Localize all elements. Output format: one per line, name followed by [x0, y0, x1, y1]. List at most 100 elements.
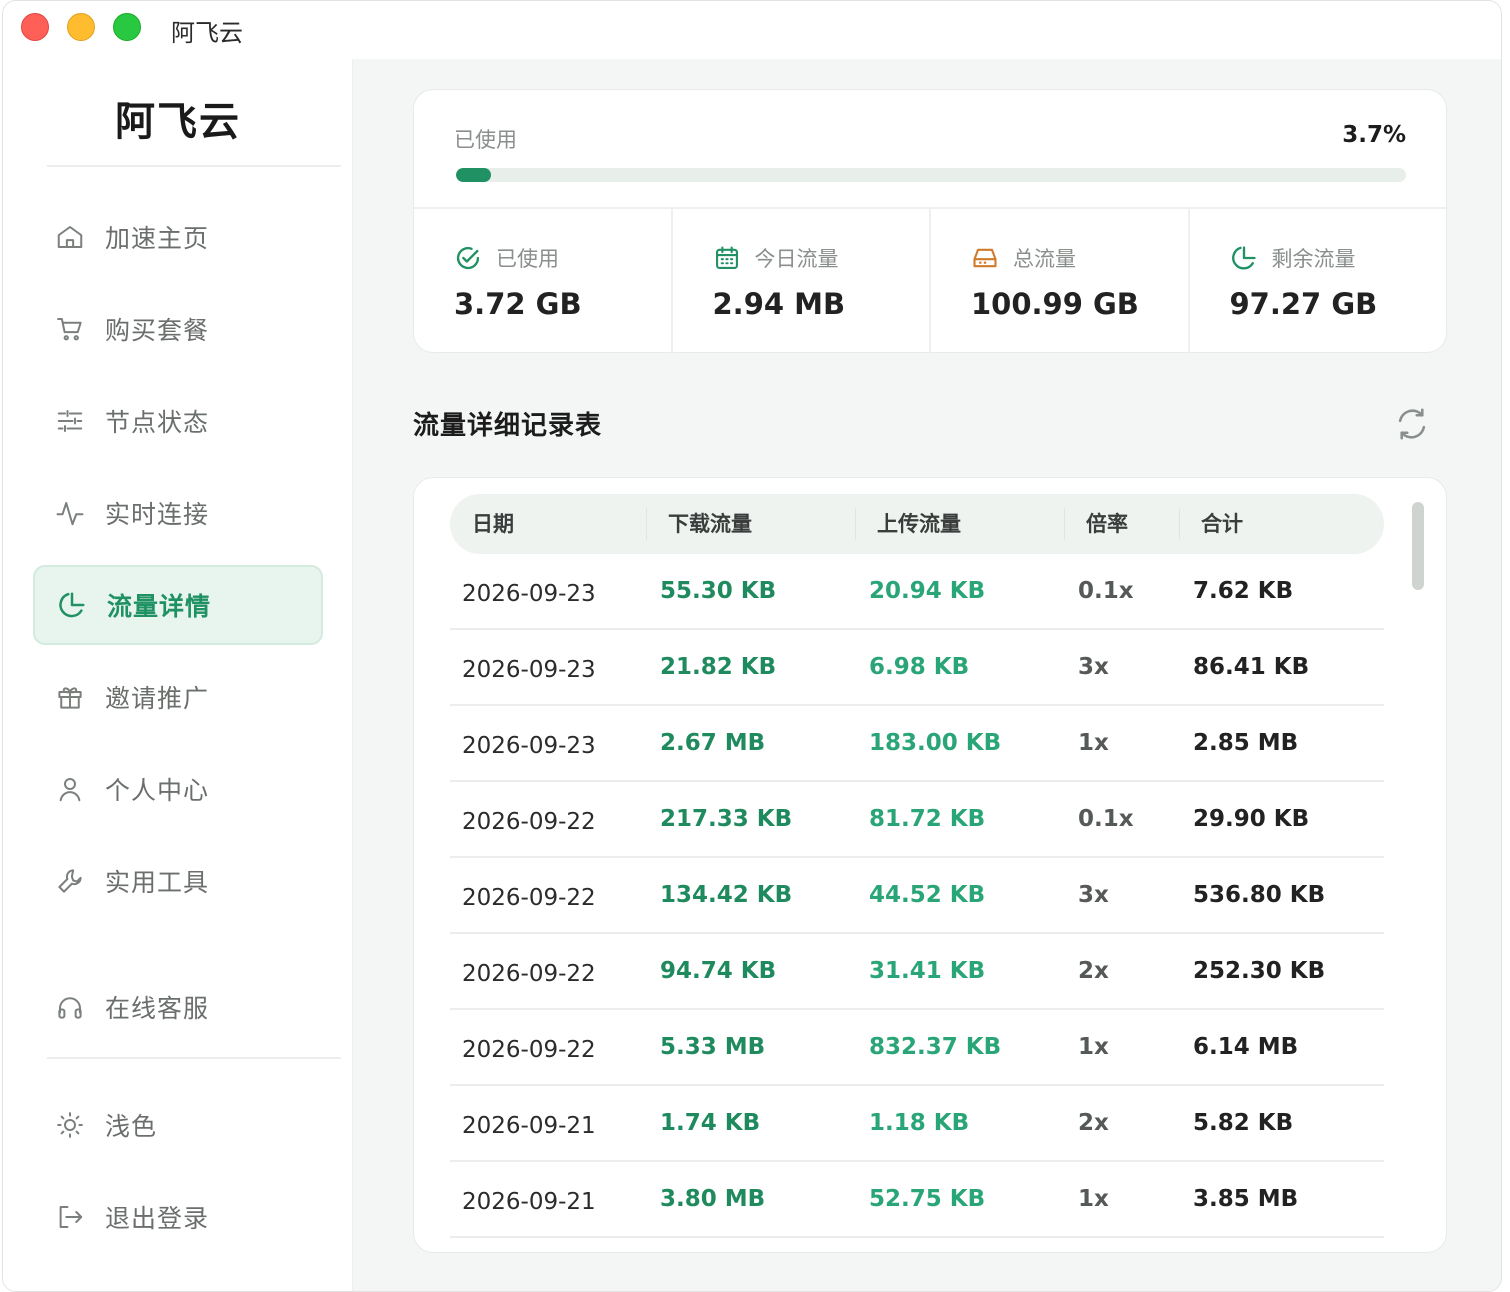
maximize-window-button[interactable] — [113, 13, 141, 41]
cell-download: 3.80 MB — [660, 1186, 766, 1212]
cell-download: 5.33 MB — [660, 1034, 766, 1060]
table-body: 2026-09-23 55.30 KB 20.94 KB 0.1x 7.62 KB 202… — [450, 554, 1384, 1238]
cell-upload: 81.72 KB — [869, 806, 986, 832]
brand-logo-text: 阿飞云 — [115, 99, 241, 145]
column-divider — [1179, 508, 1180, 540]
sidebar-item-referral[interactable]: 邀请推广 — [33, 657, 323, 737]
column-header-total: 合计 — [1201, 512, 1243, 536]
table-row: 2026-09-22 134.42 KB 44.52 KB 3x 536.80 KB — [450, 858, 1384, 934]
table-row: 2026-09-23 55.30 KB 20.94 KB 0.1x 7.62 KB — [450, 554, 1384, 630]
stat-label: 今日流量 — [754, 247, 839, 271]
sidebar-item-support[interactable]: 在线客服 — [33, 967, 323, 1047]
cell-upload: 20.94 KB — [869, 578, 986, 604]
table-row: 2026-09-23 2.67 MB 183.00 KB 1x 2.85 MB — [450, 706, 1384, 782]
cell-rate: 1x — [1078, 730, 1109, 756]
stat-value: 2.94 MB — [712, 287, 846, 321]
cell-total: 536.80 KB — [1193, 882, 1326, 908]
column-divider — [646, 508, 647, 540]
cell-total: 5.82 KB — [1193, 1110, 1294, 1136]
sun-icon — [53, 1108, 87, 1142]
cart-icon — [53, 312, 87, 346]
sidebar-item-theme-toggle[interactable]: 浅色 — [33, 1085, 323, 1165]
table-row: 2026-09-22 217.33 KB 81.72 KB 0.1x 29.90 KB — [450, 782, 1384, 858]
cell-total: 29.90 KB — [1193, 806, 1310, 832]
records-title: 流量详细记录表 — [413, 411, 603, 441]
sidebar-item-tools[interactable]: 实用工具 — [33, 841, 323, 921]
headphones-icon — [53, 990, 87, 1024]
table-header: 日期 下载流量 上传流量 倍率 合计 — [450, 494, 1384, 554]
cell-date: 2026-09-21 — [462, 1189, 596, 1215]
stat-label: 已使用 — [496, 247, 559, 271]
stat-label: 剩余流量 — [1271, 247, 1356, 271]
records-table: 日期 下载流量 上传流量 倍率 合计 2026-09-23 55.30 KB 20.… — [413, 477, 1447, 1253]
sidebar-item-label: 个人中心 — [105, 776, 210, 805]
check-circle-icon — [456, 247, 480, 270]
app-window: 阿飞云 阿飞云 加速主页 购买套餐 节点状态 实时连接 流量详情 邀请推广 个人… — [2, 0, 1502, 1292]
pulse-icon — [53, 496, 87, 530]
sliders-icon — [53, 404, 87, 438]
cell-date: 2026-09-23 — [462, 733, 596, 759]
sidebar-item-label: 流量详情 — [107, 592, 212, 621]
table-scrollbar[interactable] — [1412, 502, 1424, 590]
sidebar-item-label: 实用工具 — [105, 868, 210, 897]
cell-total: 86.41 KB — [1193, 654, 1310, 680]
home-icon — [53, 220, 87, 254]
usage-progress-fill — [456, 168, 492, 182]
sidebar-item-traffic-details[interactable]: 流量详情 — [33, 565, 323, 645]
sidebar: 阿飞云 加速主页 购买套餐 节点状态 实时连接 流量详情 邀请推广 个人中心 实… — [3, 59, 353, 1291]
table-row: 2026-09-21 1.74 KB 1.18 KB 2x 5.82 KB — [450, 1086, 1384, 1162]
title-bar: 阿飞云 — [3, 1, 1501, 59]
cell-date: 2026-09-21 — [462, 1113, 596, 1139]
cell-download: 94.74 KB — [660, 958, 777, 984]
user-icon — [53, 772, 87, 806]
cell-rate: 0.1x — [1078, 806, 1134, 832]
cell-total: 3.85 MB — [1193, 1186, 1299, 1212]
sidebar-item-label: 邀请推广 — [105, 684, 210, 713]
cell-download: 1.74 KB — [660, 1110, 761, 1136]
column-header-rate: 倍率 — [1086, 512, 1128, 536]
sidebar-item-label: 退出登录 — [105, 1204, 210, 1233]
table-row: 2026-09-22 94.74 KB 31.41 KB 2x 252.30 KB — [450, 934, 1384, 1010]
sidebar-item-label: 加速主页 — [105, 224, 210, 253]
sidebar-item-home[interactable]: 加速主页 — [33, 197, 323, 277]
cell-download: 134.42 KB — [660, 882, 793, 908]
sidebar-divider — [47, 1057, 341, 1059]
cell-rate: 2x — [1078, 958, 1109, 984]
cell-upload: 183.00 KB — [869, 730, 1002, 756]
stats-row: 已使用 3.72 GB 今日流量 2.94 MB 总流量 100.99 GB 剩… — [414, 207, 1446, 353]
sidebar-item-label: 购买套餐 — [105, 316, 210, 345]
sidebar-item-buy-plan[interactable]: 购买套餐 — [33, 289, 323, 369]
sidebar-item-label: 实时连接 — [105, 500, 210, 529]
cell-date: 2026-09-22 — [462, 961, 596, 987]
logout-icon — [53, 1200, 87, 1234]
close-window-button[interactable] — [21, 13, 49, 41]
cell-upload: 31.41 KB — [869, 958, 986, 984]
sidebar-item-profile[interactable]: 个人中心 — [33, 749, 323, 829]
cell-upload: 52.75 KB — [869, 1186, 986, 1212]
stat-value: 3.72 GB — [454, 287, 582, 321]
sidebar-item-label: 在线客服 — [105, 994, 210, 1023]
table-row: 2026-09-22 5.33 MB 832.37 KB 1x 6.14 MB — [450, 1010, 1384, 1086]
cell-rate: 1x — [1078, 1186, 1109, 1212]
column-header-date: 日期 — [472, 512, 514, 536]
sidebar-divider — [47, 165, 341, 167]
cell-date: 2026-09-23 — [462, 657, 596, 683]
sidebar-item-live-connections[interactable]: 实时连接 — [33, 473, 323, 553]
column-divider — [855, 508, 856, 540]
minimize-window-button[interactable] — [67, 13, 95, 41]
gift-icon — [53, 680, 87, 714]
pie-chart-icon — [1231, 246, 1256, 270]
column-divider — [1064, 508, 1065, 540]
cell-rate: 2x — [1078, 1110, 1109, 1136]
table-row: 2026-09-21 3.80 MB 52.75 KB 1x 3.85 MB — [450, 1162, 1384, 1238]
refresh-icon[interactable] — [1393, 405, 1431, 443]
cell-rate: 3x — [1078, 654, 1109, 680]
usage-label: 已使用 — [454, 128, 517, 152]
cell-download: 217.33 KB — [660, 806, 793, 832]
stat-used: 已使用 3.72 GB — [414, 209, 673, 353]
drive-icon — [973, 248, 997, 268]
sidebar-item-node-status[interactable]: 节点状态 — [33, 381, 323, 461]
sidebar-item-logout[interactable]: 退出登录 — [33, 1177, 323, 1257]
cell-upload: 6.98 KB — [869, 654, 970, 680]
cell-date: 2026-09-22 — [462, 885, 596, 911]
